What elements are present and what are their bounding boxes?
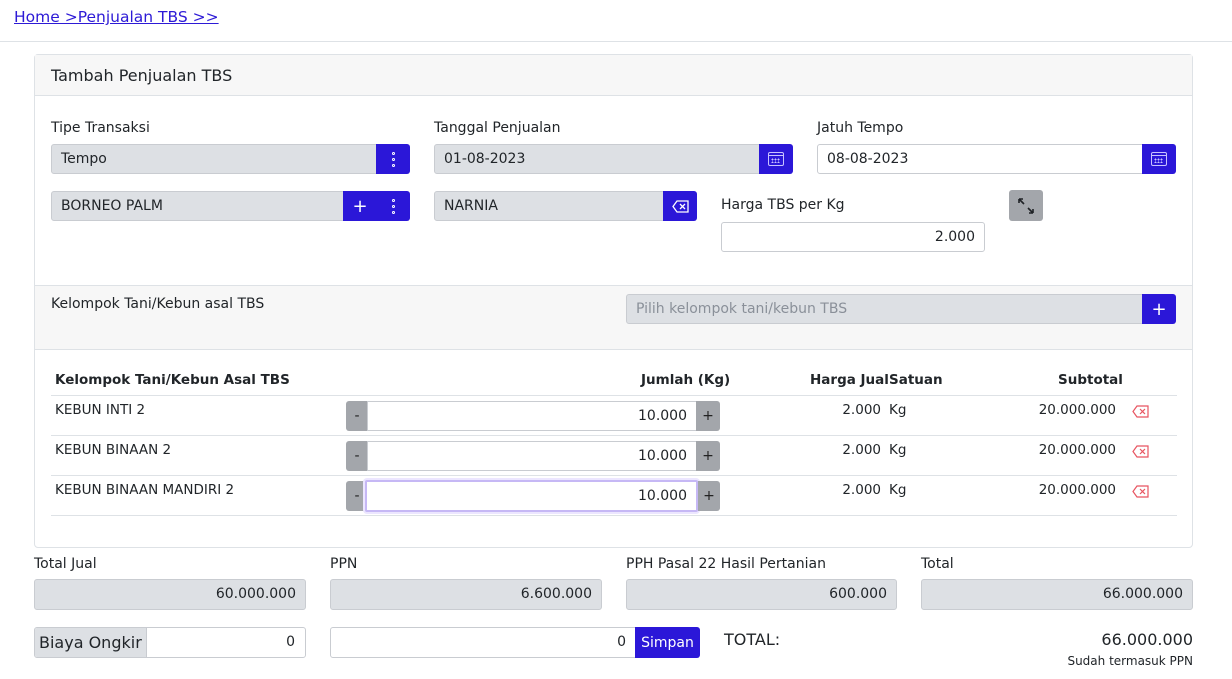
row-subtotal: 20.000.000: [1038, 442, 1116, 458]
decrement-button[interactable]: -: [346, 401, 368, 431]
grand-total-label: TOTAL:: [724, 630, 781, 649]
total-label: Total: [921, 556, 954, 572]
kelompok-label: Kelompok Tani/Kebun asal TBS: [51, 296, 265, 312]
more-vertical-icon: [391, 151, 395, 167]
grand-total-value: 66.000.000: [1101, 630, 1193, 649]
customer-select[interactable]: BORNEO PALM: [51, 191, 344, 221]
pph-value: 600.000: [626, 579, 897, 610]
breadcrumb[interactable]: Home >Penjualan TBS >>: [14, 8, 219, 26]
minus-icon: -: [354, 488, 360, 504]
row-name: KEBUN INTI 2: [55, 402, 146, 418]
increment-button[interactable]: +: [698, 481, 720, 511]
row-name: KEBUN BINAAN 2: [55, 442, 172, 458]
row-harga: 2.000: [842, 402, 881, 418]
more-vertical-icon: [391, 198, 395, 214]
row-subtotal: 20.000.000: [1038, 402, 1116, 418]
ppn-value: 6.600.000: [330, 579, 602, 610]
calendar-icon: [1151, 152, 1167, 166]
simpan-button[interactable]: Simpan: [635, 627, 700, 658]
jumlah-input[interactable]: 10.000: [367, 401, 697, 431]
plus-icon: +: [702, 408, 714, 424]
tipe-transaksi-options-button[interactable]: [376, 144, 410, 174]
table-divider: [51, 435, 1177, 436]
row-harga: 2.000: [842, 482, 881, 498]
minus-icon: -: [354, 448, 360, 464]
row-satuan: Kg: [889, 482, 907, 498]
tanggal-penjualan-label: Tanggal Penjualan: [434, 120, 561, 136]
tipe-transaksi-label: Tipe Transaksi: [51, 120, 150, 136]
row-name: KEBUN BINAAN MANDIRI 2: [55, 482, 235, 498]
add-kelompok-button[interactable]: +: [1142, 294, 1176, 324]
biaya-ongkir-group: Biaya Ongkir 0: [34, 627, 306, 658]
tanggal-penjualan-input[interactable]: 01-08-2023: [434, 144, 760, 174]
pph-label: PPH Pasal 22 Hasil Pertanian: [626, 556, 826, 572]
total-value: 66.000.000: [921, 579, 1193, 610]
table-divider: [51, 475, 1177, 476]
increment-button[interactable]: +: [696, 441, 720, 471]
th-jumlah: Jumlah (Kg): [641, 372, 731, 388]
backspace-icon: [1132, 485, 1149, 498]
add-customer-button[interactable]: +: [343, 191, 377, 221]
customer-options-button[interactable]: [376, 191, 410, 221]
harga-tbs-input[interactable]: 2.000: [721, 222, 985, 252]
ppn-label: PPN: [330, 556, 358, 572]
card-header: Tambah Penjualan TBS: [35, 55, 1192, 96]
delete-row-button[interactable]: [1132, 485, 1149, 502]
total-jual-value: 60.000.000: [34, 579, 306, 610]
sales-select[interactable]: NARNIA: [434, 191, 664, 221]
expand-icon: [1018, 197, 1034, 214]
jatuh-tempo-calendar-button[interactable]: [1142, 144, 1176, 174]
jatuh-tempo-label: Jatuh Tempo: [817, 120, 904, 136]
increment-button[interactable]: +: [696, 401, 720, 431]
jumlah-input[interactable]: 10.000: [365, 480, 698, 512]
calendar-icon: [768, 152, 784, 166]
table-divider: [51, 395, 1177, 396]
row-harga: 2.000: [842, 442, 881, 458]
jatuh-tempo-input[interactable]: 08-08-2023: [817, 144, 1143, 174]
tanggal-penjualan-calendar-button[interactable]: [759, 144, 793, 174]
row-satuan: Kg: [889, 402, 907, 418]
expand-button[interactable]: [1009, 190, 1043, 221]
table-divider: [51, 515, 1177, 516]
th-subtotal: Subtotal: [1058, 372, 1123, 388]
plus-icon: +: [352, 195, 368, 217]
card-title: Tambah Penjualan TBS: [51, 66, 233, 85]
section-divider: [35, 349, 1192, 350]
row-satuan: Kg: [889, 442, 907, 458]
th-kelompok: Kelompok Tani/Kebun Asal TBS: [55, 372, 290, 388]
row-subtotal: 20.000.000: [1038, 482, 1116, 498]
sales-form-card: Tambah Penjualan TBS Tipe Transaksi Temp…: [34, 54, 1193, 548]
th-satuan: Satuan: [889, 372, 943, 388]
grand-total-note: Sudah termasuk PPN: [1067, 654, 1193, 668]
jumlah-input[interactable]: 10.000: [367, 441, 697, 471]
kelompok-select[interactable]: Pilih kelompok tani/kebun TBS: [626, 294, 1143, 324]
biaya-ongkir-label: Biaya Ongkir: [35, 628, 147, 657]
harga-tbs-label: Harga TBS per Kg: [721, 197, 845, 213]
plus-icon: +: [702, 448, 714, 464]
decrement-button[interactable]: -: [346, 441, 368, 471]
amount-input[interactable]: 0: [330, 627, 636, 658]
clear-sales-button[interactable]: [663, 191, 697, 221]
header-divider: [0, 41, 1232, 42]
th-harga-jual: Harga Jual: [810, 372, 889, 388]
biaya-ongkir-input[interactable]: 0: [147, 628, 305, 657]
plus-icon: +: [1151, 298, 1167, 320]
delete-row-button[interactable]: [1132, 405, 1149, 422]
plus-icon: +: [703, 488, 715, 504]
minus-icon: -: [354, 408, 360, 424]
backspace-icon: [1132, 445, 1149, 458]
backspace-icon: [671, 199, 689, 213]
backspace-icon: [1132, 405, 1149, 418]
tipe-transaksi-select[interactable]: Tempo: [51, 144, 377, 174]
delete-row-button[interactable]: [1132, 445, 1149, 462]
total-jual-label: Total Jual: [34, 556, 97, 572]
